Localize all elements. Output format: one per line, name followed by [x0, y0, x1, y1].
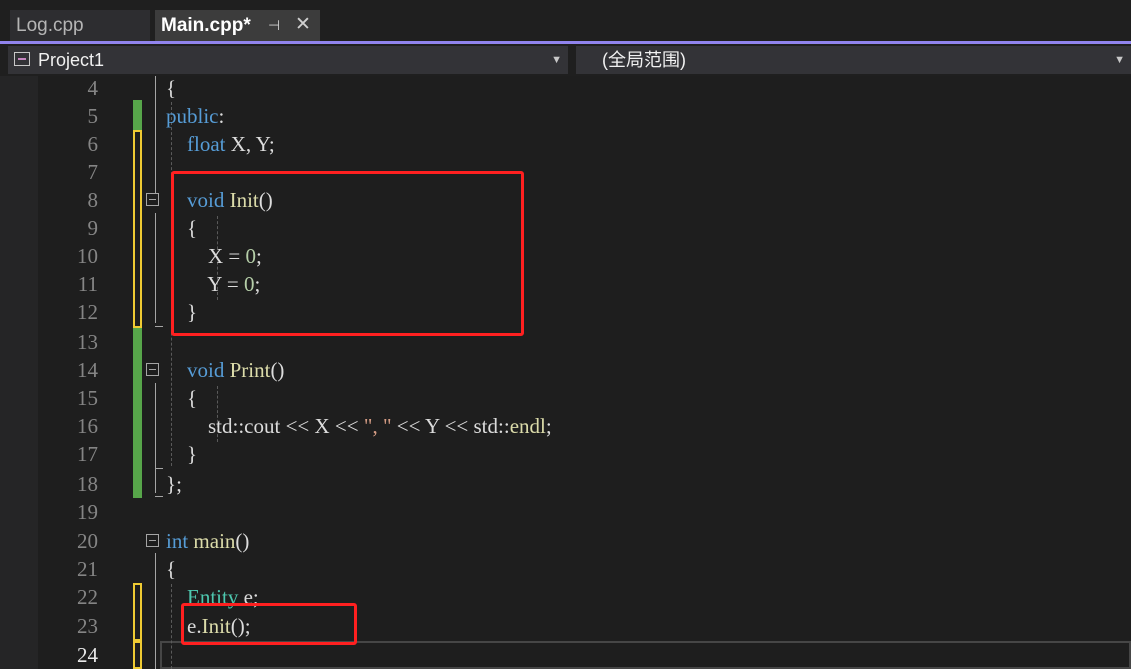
- chevron-down-icon[interactable]: ▼: [551, 46, 562, 74]
- code-line: 8 void Init(): [0, 186, 1131, 214]
- code-text: public:: [166, 104, 225, 128]
- code-line: 6 float X, Y;: [0, 130, 1131, 158]
- close-icon[interactable]: ✕: [295, 9, 311, 40]
- code-line: 14 void Print(): [0, 356, 1131, 384]
- code-text: std::cout << X << ", " << Y << std::endl…: [166, 414, 552, 438]
- line-number: 18: [77, 472, 98, 496]
- code-line: 24: [0, 641, 1131, 669]
- line-number: 8: [87, 188, 99, 212]
- code-line: 21 {: [0, 555, 1131, 583]
- code-line: 10 X = 0;: [0, 242, 1131, 270]
- code-text: int main(): [166, 529, 250, 553]
- line-number: 9: [87, 216, 99, 240]
- line-number: 10: [77, 244, 98, 268]
- tab-log-cpp[interactable]: Log.cpp: [10, 10, 150, 41]
- code-line: 12 }: [0, 298, 1131, 326]
- code-line: 19: [0, 498, 1131, 526]
- code-text: }: [166, 442, 198, 466]
- code-line: 23 e.Init();: [0, 612, 1131, 640]
- scope-dropdown[interactable]: (全局范围) ▼: [576, 46, 1131, 74]
- line-number: 19: [77, 500, 98, 524]
- line-number: 6: [87, 132, 99, 156]
- highlight-box-init-call: [181, 603, 357, 645]
- tab-label: Log.cpp: [16, 15, 84, 36]
- pin-icon[interactable]: ⊣: [268, 10, 280, 41]
- line-number: 4: [87, 76, 99, 100]
- line-number: 22: [77, 585, 98, 609]
- code-line: 15 {: [0, 384, 1131, 412]
- line-number: 23: [77, 614, 98, 638]
- outline-line: [155, 468, 163, 469]
- line-number: 15: [77, 386, 98, 410]
- document-tab-bar: Log.cpp Main.cpp* ⊣ ✕: [0, 0, 1131, 42]
- code-line: 5 public:: [0, 102, 1131, 130]
- code-line: 4 {: [0, 74, 1131, 102]
- code-line: 7: [0, 158, 1131, 186]
- code-line: 17 }: [0, 440, 1131, 468]
- project-dropdown[interactable]: Project1 ▼: [8, 46, 568, 74]
- line-number: 13: [77, 330, 98, 354]
- line-number: 11: [77, 272, 98, 296]
- line-number: 20: [77, 529, 98, 553]
- line-number: 12: [77, 300, 98, 324]
- code-editor[interactable]: 4 { 5 public: 6 float X, Y; 7 8 void Ini…: [0, 76, 1131, 669]
- project-name: Project1: [38, 50, 105, 70]
- code-line: 13: [0, 328, 1131, 356]
- code-text: float X, Y;: [187, 132, 275, 156]
- code-line: 16 std::cout << X << ", " << Y << std::e…: [0, 412, 1131, 440]
- code-line: 11 Y = 0;: [0, 270, 1131, 298]
- code-text: {: [166, 386, 198, 410]
- chevron-down-icon[interactable]: ▼: [1114, 46, 1125, 74]
- line-number-current: 24: [77, 643, 98, 667]
- code-line: 22 Entity e;: [0, 583, 1131, 611]
- line-number: 21: [77, 557, 98, 581]
- tab-main-cpp[interactable]: Main.cpp* ⊣ ✕: [155, 10, 320, 41]
- tab-label: Main.cpp*: [161, 15, 251, 36]
- line-number: 14: [77, 358, 98, 382]
- scope-name: (全局范围): [602, 50, 686, 70]
- code-text: void Print(): [187, 358, 285, 382]
- line-number: 5: [87, 104, 99, 128]
- code-line: 9 {: [0, 214, 1131, 242]
- code-text: };: [166, 472, 182, 496]
- code-text: {: [166, 557, 177, 581]
- line-number: 7: [87, 160, 99, 184]
- line-number: 16: [77, 414, 98, 438]
- code-line: 20 int main(): [0, 527, 1131, 555]
- project-icon: [14, 52, 30, 66]
- code-text: {: [166, 76, 177, 100]
- outline-line: [155, 326, 163, 327]
- code-line: 18 };: [0, 470, 1131, 498]
- line-number: 17: [77, 442, 98, 466]
- navigation-bar: Project1 ▼ (全局范围) ▼: [0, 44, 1131, 76]
- highlight-box-init-method: [171, 171, 524, 336]
